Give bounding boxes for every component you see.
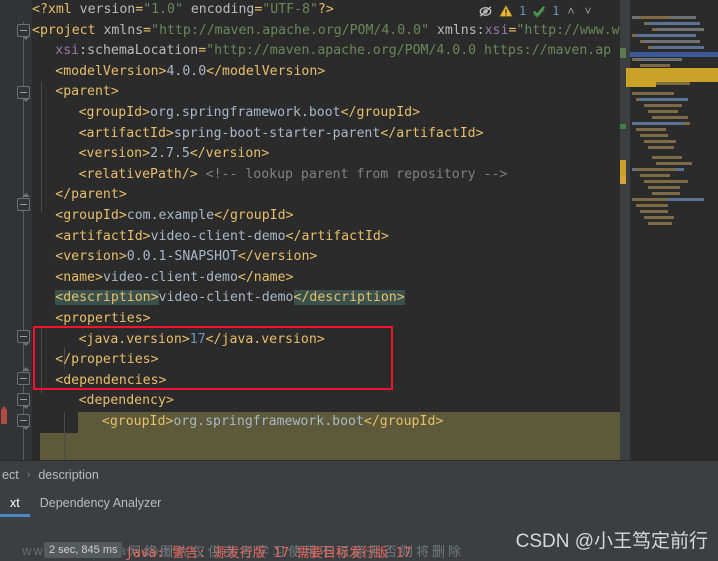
minimap-line [640, 16, 670, 19]
minimap-line [644, 140, 676, 143]
ide-window: <?xml version="1.0" encoding="UTF-8"?> <p… [0, 0, 718, 561]
warning-count: 1 [519, 4, 527, 18]
code-line: </properties> [55, 352, 159, 368]
minimap-line [640, 134, 668, 137]
minimap-line [640, 210, 668, 213]
code-line: </parent> [55, 187, 127, 203]
minimap-line [632, 92, 674, 95]
fold-marker-properties[interactable] [17, 330, 30, 346]
breadcrumb-separator-icon: › [26, 469, 31, 481]
code-line: <project xmlns="http://maven.apache.org/… [32, 22, 620, 38]
code-line: <artifactId>spring-boot-starter-parent</… [78, 125, 484, 141]
minimap-line [640, 174, 670, 177]
tab-text[interactable]: xt [0, 490, 30, 517]
breadcrumb-item-description[interactable]: description [36, 468, 100, 482]
breadcrumb-item-project[interactable]: ect [0, 468, 21, 482]
minimap-line [644, 104, 682, 107]
code-line: <groupId>com.example</groupId> [55, 207, 294, 223]
check-count: 1 [552, 4, 560, 18]
minimap-line [632, 198, 668, 201]
minimap-line [648, 222, 672, 225]
inspection-widget[interactable]: 1 1 ˄ ˅ [478, 0, 594, 22]
breadcrumb[interactable]: ect › description [0, 460, 718, 489]
error-stripe-arrow-icon [1, 406, 7, 424]
minimap-line [656, 28, 704, 31]
minimap-line [648, 110, 678, 113]
code-line: <name>video-client-demo</name> [55, 269, 294, 285]
green-check-icon[interactable] [532, 4, 546, 18]
code-line: <properties> [55, 310, 151, 326]
bottom-tab-bar[interactable]: xt Dependency Analyzer [0, 488, 718, 517]
fold-marker-dependency[interactable] [17, 414, 30, 430]
code-line: <dependency> [78, 393, 174, 409]
minimap-line [636, 168, 676, 171]
code-line: <java.version>17</java.version> [78, 331, 325, 347]
minimap-line [644, 40, 700, 43]
minimap-line [648, 186, 680, 189]
fold-marker-properties-end[interactable] [17, 367, 30, 385]
fold-marker-project[interactable] [17, 24, 30, 40]
code-lines: <?xml version="1.0" encoding="UTF-8"?> <p… [32, 0, 620, 453]
minimap-line [636, 128, 666, 131]
minimap-line [640, 64, 670, 67]
minimap-line [652, 192, 680, 195]
selection-band [40, 453, 620, 460]
prev-problem-button[interactable]: ˄ [565, 4, 576, 18]
tab-dependency-analyzer[interactable]: Dependency Analyzer [30, 490, 172, 517]
code-line: <groupId>org.springframework.boot</group… [101, 413, 444, 429]
fold-marker-parent-end[interactable] [17, 193, 30, 211]
minimap-warning-marker [620, 176, 626, 184]
fold-marker-parent[interactable] [17, 86, 30, 102]
fold-marker-dependencies[interactable] [17, 393, 30, 409]
minimap-vcs-marker [620, 124, 626, 129]
minimap-line [648, 22, 700, 25]
code-editor[interactable]: <?xml version="1.0" encoding="UTF-8"?> <p… [0, 0, 718, 460]
code-line: <version>2.7.5</version> [78, 146, 270, 162]
minimap-line [636, 58, 682, 61]
code-line: <relativePath/> <!-- lookup parent from … [78, 166, 508, 182]
code-text-area[interactable]: <?xml version="1.0" encoding="UTF-8"?> <p… [32, 0, 620, 460]
code-line: <version>0.0.1-SNAPSHOT</version> [55, 249, 318, 265]
minimap-vcs-marker [620, 48, 626, 58]
code-line: <modelVersion>4.0.0</modelVersion> [55, 63, 326, 79]
minimap-line [640, 98, 688, 101]
minimap-line [656, 82, 690, 85]
csdn-watermark: CSDN @小王笃定前行 [515, 531, 708, 552]
code-line: xsi:schemaLocation="http://maven.apache.… [55, 43, 612, 59]
minimap-line [636, 34, 696, 37]
build-duration: 2 sec, 845 ms [44, 542, 123, 558]
minimap-line [648, 146, 674, 149]
code-line: <groupId>org.springframework.boot</group… [78, 104, 421, 120]
minimap-line [644, 216, 674, 219]
minimap-line [632, 122, 684, 125]
warning-triangle-icon[interactable] [499, 4, 513, 18]
minimap-line [644, 180, 688, 183]
compiler-warning-message: java: 警告: 源发行版 17 需要目标发行版 17 [125, 546, 412, 561]
code-line: <artifactId>video-client-demo</artifactI… [55, 228, 389, 244]
minimap-line [636, 204, 668, 207]
code-line: <parent> [55, 84, 119, 100]
code-line: <description>video-client-demo</descript… [55, 290, 405, 306]
minimap-line [652, 156, 682, 159]
minimap-line [656, 162, 692, 165]
minimap-selection [626, 74, 656, 87]
fold-gutter[interactable] [0, 0, 32, 460]
minimap-line [652, 46, 704, 49]
next-problem-button[interactable]: ˅ [582, 4, 593, 18]
minimap-caret-line [630, 52, 718, 57]
minimap-line [652, 116, 688, 119]
inspection-disabled-icon[interactable] [478, 4, 493, 19]
code-line: <dependencies> [55, 372, 167, 388]
code-minimap[interactable] [620, 0, 718, 460]
